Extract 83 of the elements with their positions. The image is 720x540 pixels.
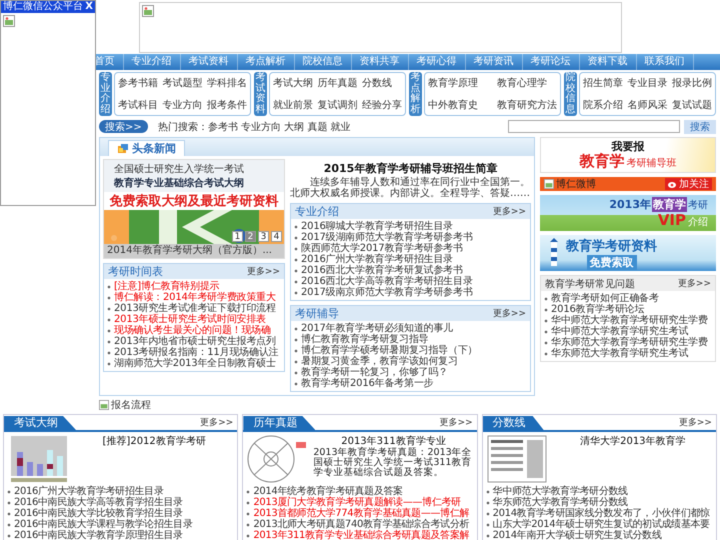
- more-link[interactable]: 更多>>: [492, 205, 526, 218]
- category-link[interactable]: 院系介绍: [583, 98, 623, 112]
- slide-caption[interactable]: 2014年教育学考研大纲（官方版）...: [104, 244, 284, 258]
- ad-text: 考研辅导班: [626, 156, 676, 170]
- ad-banner[interactable]: 2013年 教育学 考研 VIP 介绍: [540, 195, 716, 231]
- category-link[interactable]: 报录比例: [672, 76, 712, 90]
- search-button[interactable]: 搜索>>: [99, 120, 148, 133]
- ad-text: 考研: [688, 198, 708, 212]
- box-title: 考研辅导: [295, 306, 339, 321]
- lighthouse-icon: [548, 238, 560, 268]
- category-link[interactable]: 经验分享: [362, 98, 402, 112]
- close-button[interactable]: X: [85, 1, 93, 13]
- more-link[interactable]: 更多>>: [200, 416, 234, 429]
- category-link[interactable]: 分数线: [362, 76, 402, 90]
- box-title: 教育学考研常见问题: [545, 278, 635, 290]
- broken-image-icon: [3, 15, 15, 27]
- ad-text: 教育学考研资料: [566, 238, 657, 254]
- popup-title: 博仁微信公众平台: [3, 1, 83, 13]
- category-link[interactable]: 历年真题: [318, 76, 358, 90]
- ad-text: 我要报: [612, 140, 644, 152]
- search-submit-button[interactable]: 搜索: [684, 120, 716, 134]
- category-label: 院校信息: [564, 72, 577, 116]
- category-link[interactable]: 参考书籍: [118, 76, 158, 90]
- box-title: 专业介绍: [295, 204, 339, 219]
- news-icon: [117, 143, 129, 154]
- ad-banner[interactable]: 我要报 教育学 考研辅导班: [540, 137, 716, 173]
- category-link[interactable]: 考试科目: [118, 98, 158, 112]
- category-link[interactable]: 就业前景: [273, 98, 313, 112]
- headline-title[interactable]: 2015年教育学考研辅导班招生简章: [290, 161, 531, 176]
- category-link[interactable]: 教育心理学: [497, 76, 557, 90]
- headline-summary: 连续多年辅导人数和通过率在同行业中全国第一。北师大权威名师授课。内部讲义。全程导学、答疑……: [290, 177, 531, 199]
- category-link[interactable]: 教育学原理: [428, 76, 478, 90]
- ad-banner[interactable]: 教育学考研资料 免费索取: [540, 235, 716, 271]
- category-link[interactable]: 报考条件: [207, 98, 247, 112]
- feature-title[interactable]: 2013年311教育学专业: [313, 434, 474, 448]
- section-tab[interactable]: 考试大纲: [4, 416, 76, 430]
- category-link[interactable]: 专业目录: [628, 76, 668, 90]
- category-label: 考试资料: [254, 72, 267, 116]
- more-link[interactable]: 更多>>: [440, 416, 473, 429]
- ad-text: 教育学: [652, 197, 687, 212]
- section-tab[interactable]: 分数线: [482, 416, 544, 430]
- news-tab[interactable]: 头条新闻: [108, 140, 185, 156]
- category-label: 考点解析: [409, 72, 422, 116]
- category-link[interactable]: 专业方向: [162, 98, 202, 112]
- slide-page-button[interactable]: 2: [245, 231, 256, 242]
- broken-image-icon: [544, 179, 554, 189]
- category-link[interactable]: 考试大纲: [273, 76, 313, 90]
- ad-text: 2013年: [609, 197, 651, 212]
- broken-image-icon: [99, 400, 109, 410]
- follow-button[interactable]: 加关注: [665, 178, 712, 190]
- more-link[interactable]: 更多>>: [246, 265, 280, 278]
- category-link[interactable]: 复试调剂: [318, 98, 358, 112]
- weibo-icon: [668, 180, 677, 188]
- category-link[interactable]: 招生简章: [583, 76, 623, 90]
- feature-title[interactable]: [推荐]2012教育学考研: [74, 434, 234, 448]
- image-alt-text: 报名流程: [111, 398, 151, 412]
- ad-text: VIP: [658, 212, 686, 228]
- category-link[interactable]: 学科排名: [207, 76, 247, 90]
- more-link[interactable]: 更多>>: [492, 307, 526, 320]
- category-link[interactable]: 教育研究方法: [497, 98, 557, 112]
- slide-page-button[interactable]: 1: [232, 231, 243, 242]
- category-label: 专业介绍: [99, 72, 112, 116]
- cover-subtitle: 全国硕士研究生入学统一考试: [114, 162, 245, 176]
- more-link[interactable]: 更多>>: [678, 416, 712, 429]
- category-link[interactable]: 名师风采: [628, 98, 668, 112]
- search-field[interactable]: [508, 120, 680, 133]
- ad-text: 免费索取: [586, 254, 636, 270]
- feature-title[interactable]: 清华大学2013年教育学: [552, 434, 713, 448]
- feature-summary: 2013年教育学考研真题：2013年全国硕士研究生入学统一考试311教育学专业基础综合试题及答案。: [313, 448, 473, 478]
- category-link[interactable]: 考试题型: [162, 76, 202, 90]
- slide-page-button[interactable]: 4: [271, 231, 282, 242]
- section-tab[interactable]: 历年真题: [243, 416, 316, 430]
- category-link[interactable]: 复试试题: [672, 98, 712, 112]
- category-link[interactable]: 中外教育史: [428, 98, 478, 112]
- ad-text: 介绍: [688, 216, 708, 229]
- box-title: 考研时间表: [108, 264, 163, 279]
- cover-title: 教育学专业基础综合考试大纲: [114, 176, 245, 190]
- broken-image-icon: [142, 4, 154, 16]
- image-alt-text: 博仁微博: [556, 178, 596, 191]
- more-link[interactable]: 更多>>: [678, 277, 711, 290]
- ad-text: 教育学: [580, 152, 624, 170]
- hot-searches: 热门搜索：参考书 专业方向 大纲 真题 就业: [158, 120, 350, 134]
- slide-page-button[interactable]: 3: [258, 231, 269, 242]
